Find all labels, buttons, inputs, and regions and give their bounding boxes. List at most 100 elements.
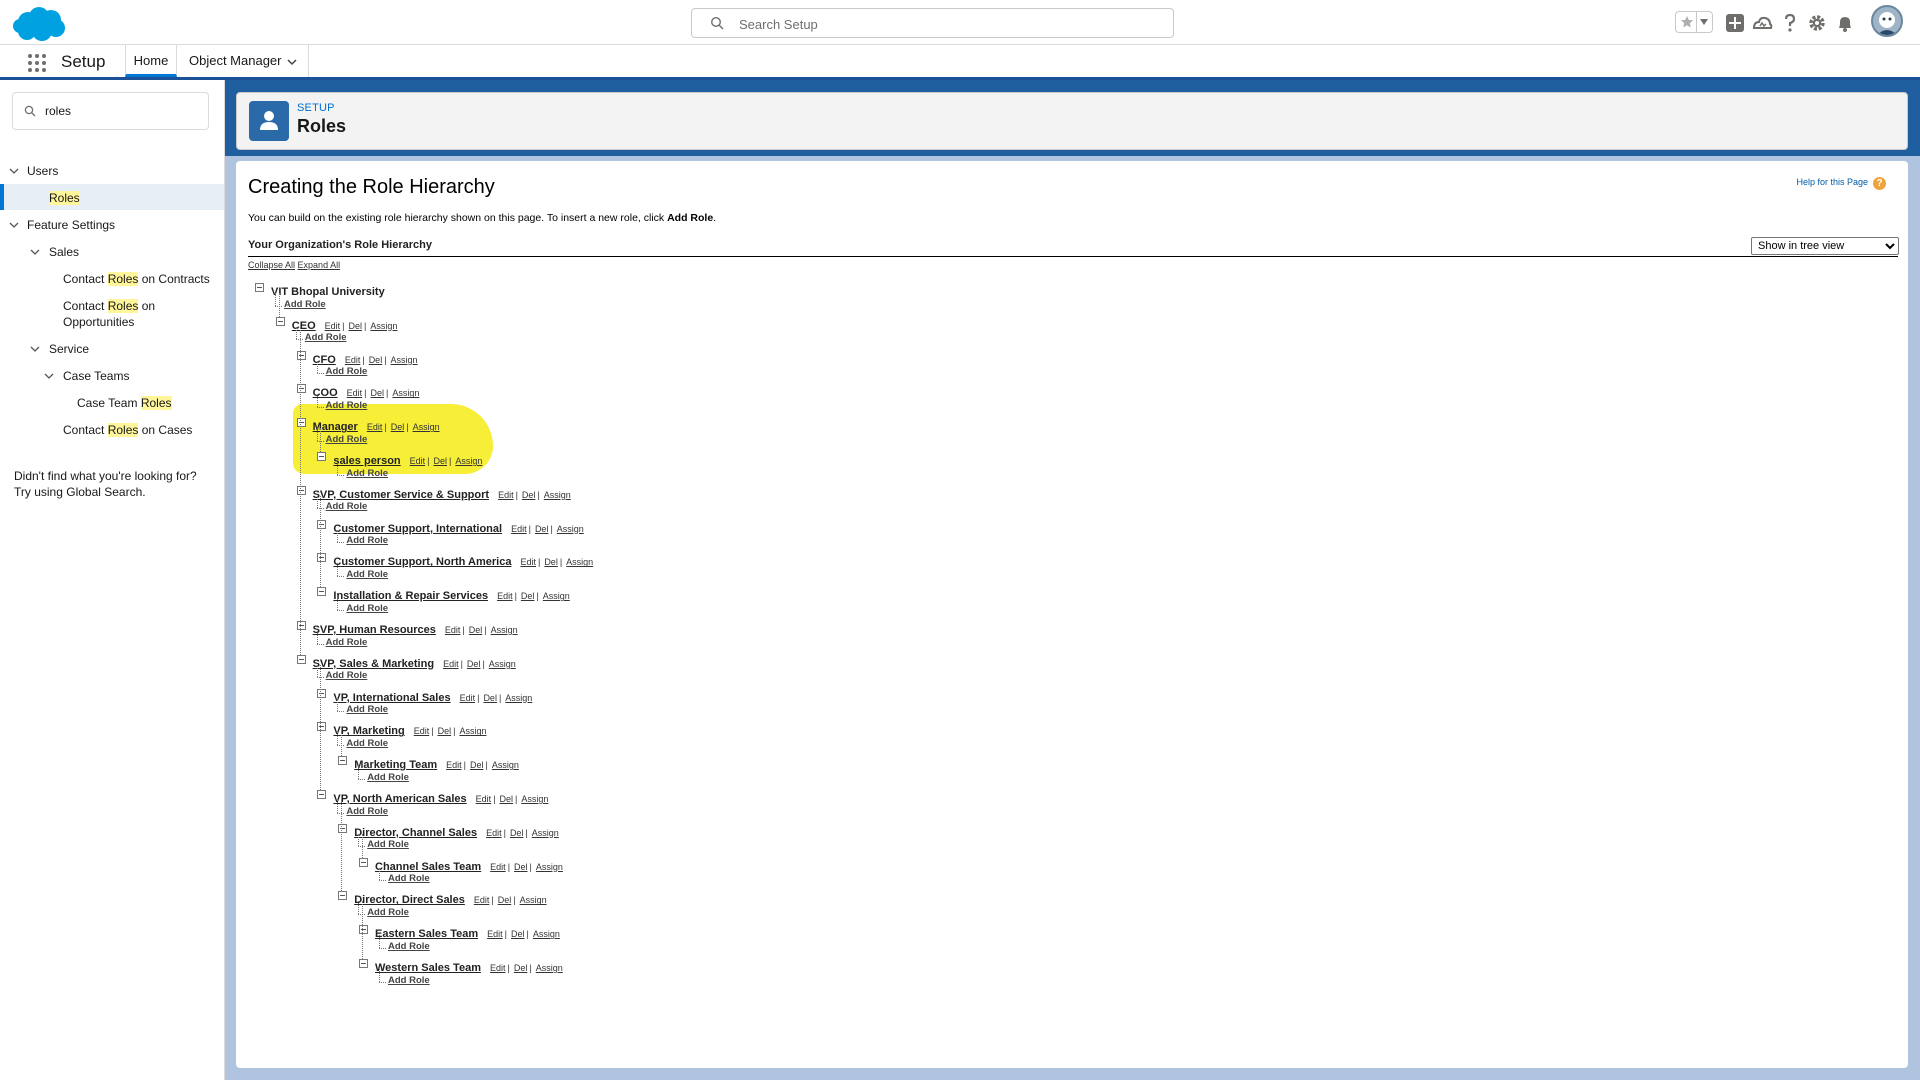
delete-link[interactable]: Del: [514, 862, 528, 872]
collapse-toggle-icon[interactable]: [338, 756, 348, 766]
edit-link[interactable]: Edit: [520, 557, 536, 567]
delete-link[interactable]: Del: [349, 321, 363, 331]
chevron-down-icon[interactable]: [9, 166, 19, 176]
add-role-link[interactable]: Add Role: [326, 400, 368, 411]
sidebar-item-roles-selected[interactable]: [0, 184, 224, 210]
sidebar-item-contact-roles-cases[interactable]: Contact Roles on Cases: [63, 422, 192, 438]
search-setup-input[interactable]: [737, 13, 1157, 35]
role-link[interactable]: VP, International Sales: [333, 692, 450, 704]
collapse-toggle-icon[interactable]: [296, 384, 306, 394]
delete-link[interactable]: Del: [469, 625, 483, 635]
delete-link[interactable]: Del: [371, 388, 385, 398]
help-icon[interactable]: [1779, 12, 1801, 34]
collapse-toggle-icon[interactable]: [296, 654, 306, 664]
salesforce-logo[interactable]: [12, 5, 66, 43]
app-launcher-icon[interactable]: [27, 53, 47, 73]
chevron-down-icon[interactable]: [1699, 18, 1709, 26]
chevron-down-icon[interactable]: [30, 247, 40, 257]
edit-link[interactable]: Edit: [486, 828, 502, 838]
tab-object-manager[interactable]: Object Manager: [177, 45, 309, 77]
edit-link[interactable]: Edit: [345, 355, 361, 365]
role-link[interactable]: Marketing Team: [354, 759, 437, 771]
edit-link[interactable]: Edit: [414, 726, 430, 736]
sidebar-item-sales[interactable]: Sales: [49, 244, 79, 260]
delete-link[interactable]: Del: [544, 557, 558, 567]
assign-link[interactable]: Assign: [492, 760, 519, 770]
collapse-toggle-icon[interactable]: [317, 553, 327, 563]
delete-link[interactable]: Del: [434, 456, 448, 466]
role-link[interactable]: Channel Sales Team: [375, 861, 481, 873]
gear-icon[interactable]: [1806, 12, 1828, 34]
quick-find[interactable]: [12, 92, 209, 130]
role-link[interactable]: sales person: [333, 455, 400, 467]
sidebar-item-roles[interactable]: Roles: [49, 190, 80, 206]
role-link[interactable]: SVP, Sales & Marketing: [313, 658, 434, 670]
delete-link[interactable]: Del: [511, 929, 525, 939]
assign-link[interactable]: Assign: [505, 693, 532, 703]
assign-link[interactable]: Assign: [455, 456, 482, 466]
edit-link[interactable]: Edit: [490, 862, 506, 872]
collapse-toggle-icon[interactable]: [359, 925, 368, 935]
delete-link[interactable]: Del: [470, 760, 484, 770]
sidebar-item-contact-roles-contracts[interactable]: Contact Roles on Contracts: [63, 271, 210, 287]
collapse-toggle-icon[interactable]: [296, 418, 306, 428]
edit-link[interactable]: Edit: [445, 625, 461, 635]
collapse-toggle-icon[interactable]: [359, 959, 368, 968]
edit-link[interactable]: Edit: [460, 693, 476, 703]
edit-link[interactable]: Edit: [497, 591, 513, 601]
delete-link[interactable]: Del: [391, 422, 405, 432]
edit-link[interactable]: Edit: [498, 490, 514, 500]
assign-link[interactable]: Assign: [521, 794, 548, 804]
add-role-link[interactable]: Add Role: [326, 434, 368, 445]
delete-link[interactable]: Del: [522, 490, 536, 500]
view-mode-select[interactable]: Show in tree view: [1751, 237, 1899, 255]
collapse-toggle-icon[interactable]: [296, 350, 306, 360]
delete-link[interactable]: Del: [500, 794, 514, 804]
assign-link[interactable]: Assign: [391, 355, 418, 365]
chevron-down-icon[interactable]: [9, 220, 19, 230]
collapse-toggle-icon[interactable]: [317, 790, 327, 799]
edit-link[interactable]: Edit: [443, 659, 459, 669]
favorites-group[interactable]: [1675, 11, 1713, 33]
add-role-link[interactable]: Add Role: [346, 603, 388, 614]
assign-link[interactable]: Assign: [459, 726, 486, 736]
trailhead-icon[interactable]: [1751, 12, 1773, 34]
add-role-link[interactable]: Add Role: [284, 299, 326, 310]
delete-link[interactable]: Del: [514, 963, 528, 973]
assign-link[interactable]: Assign: [370, 321, 397, 331]
delete-link[interactable]: Del: [483, 693, 497, 703]
edit-link[interactable]: Edit: [325, 321, 341, 331]
add-role-link[interactable]: Add Role: [326, 670, 368, 681]
role-link[interactable]: Installation & Repair Services: [333, 590, 488, 602]
add-role-link[interactable]: Add Role: [367, 772, 409, 783]
assign-link[interactable]: Assign: [489, 659, 516, 669]
assign-link[interactable]: Assign: [566, 557, 593, 567]
quick-find-input[interactable]: [43, 101, 203, 121]
collapse-toggle-icon[interactable]: [317, 587, 327, 597]
assign-link[interactable]: Assign: [543, 591, 570, 601]
edit-link[interactable]: Edit: [511, 524, 527, 534]
role-link[interactable]: VP, Marketing: [333, 725, 404, 737]
collapse-toggle-icon[interactable]: [338, 891, 348, 901]
add-role-link[interactable]: Add Role: [346, 738, 388, 749]
plus-icon[interactable]: [1724, 12, 1746, 34]
edit-link[interactable]: Edit: [476, 794, 492, 804]
collapse-toggle-icon[interactable]: [255, 283, 264, 292]
collapse-toggle-icon[interactable]: [317, 722, 327, 732]
help-link[interactable]: Help for this Page?: [1796, 177, 1886, 190]
role-link[interactable]: SVP, Customer Service & Support: [313, 489, 489, 501]
assign-link[interactable]: Assign: [536, 963, 563, 973]
role-link[interactable]: Western Sales Team: [375, 962, 481, 974]
assign-link[interactable]: Assign: [392, 388, 419, 398]
role-link[interactable]: Eastern Sales Team: [375, 928, 478, 940]
sidebar-item-contact-roles-opportunities[interactable]: Contact Roles on Opportunities: [63, 298, 155, 330]
add-role-link[interactable]: Add Role: [305, 332, 347, 343]
role-link[interactable]: Director, Channel Sales: [354, 827, 477, 839]
assign-link[interactable]: Assign: [544, 490, 571, 500]
add-role-link[interactable]: Add Role: [388, 873, 430, 884]
edit-link[interactable]: Edit: [367, 422, 383, 432]
delete-link[interactable]: Del: [467, 659, 481, 669]
collapse-toggle-icon[interactable]: [317, 519, 327, 529]
collapse-toggle-icon[interactable]: [296, 485, 306, 495]
collapse-toggle-icon[interactable]: [296, 621, 306, 630]
